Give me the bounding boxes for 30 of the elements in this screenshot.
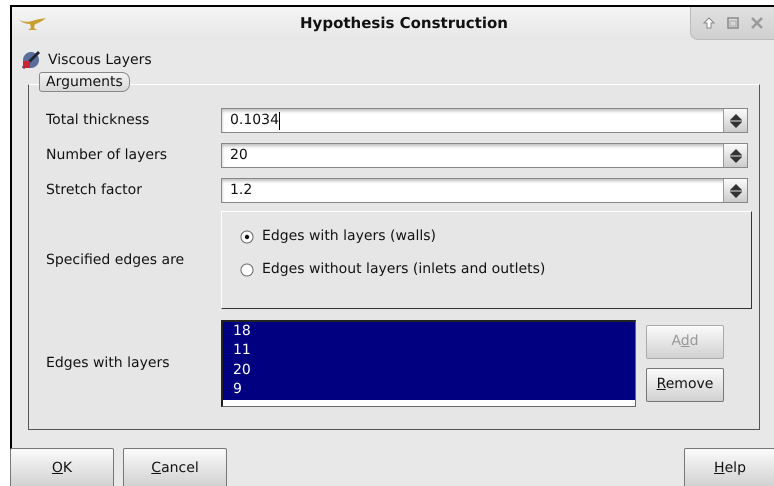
group-title: Arguments [39, 72, 130, 92]
field-label: Number of layers [45, 146, 168, 165]
radio-button[interactable] [240, 230, 254, 244]
field-label: Specified edges are [45, 250, 186, 270]
spin-arrows-icon[interactable] [728, 148, 742, 164]
spin-arrows-icon[interactable] [728, 112, 742, 128]
spin-box[interactable]: 1.2 [221, 178, 748, 203]
dialog-button[interactable]: OK [10, 448, 114, 486]
list-item[interactable]: 11 [223, 341, 635, 360]
list-item[interactable]: 9 [223, 380, 635, 400]
list-button[interactable]: Remove [646, 368, 724, 402]
dialog-button[interactable]: Cancel [123, 448, 227, 486]
spin-box[interactable]: 20 [221, 143, 748, 168]
radio-label[interactable]: Edges without layers (inlets and outlets) [262, 259, 546, 280]
lamp-icon [18, 16, 48, 32]
hypothesis-name: Viscous Layers [48, 50, 152, 70]
field-label: Total thickness [45, 111, 150, 130]
field-label: Edges with layers [45, 354, 171, 372]
list-item[interactable]: 18 [223, 322, 635, 341]
tools-icon [20, 49, 42, 71]
spin-arrows-icon[interactable] [728, 182, 742, 198]
dialog-button[interactable]: Help [684, 448, 774, 486]
radio-label[interactable]: Edges with layers (walls) [262, 226, 436, 247]
field-label: Stretch factor [45, 181, 143, 200]
radio-button[interactable] [240, 262, 254, 276]
window-title: Hypothesis Construction [300, 13, 509, 34]
spin-box[interactable]: 0.1034 [221, 108, 748, 133]
shade-icon[interactable] [703, 17, 715, 29]
list-item[interactable]: 20 [223, 360, 635, 380]
edge-list[interactable]: 18 11 20 9 [221, 320, 636, 406]
